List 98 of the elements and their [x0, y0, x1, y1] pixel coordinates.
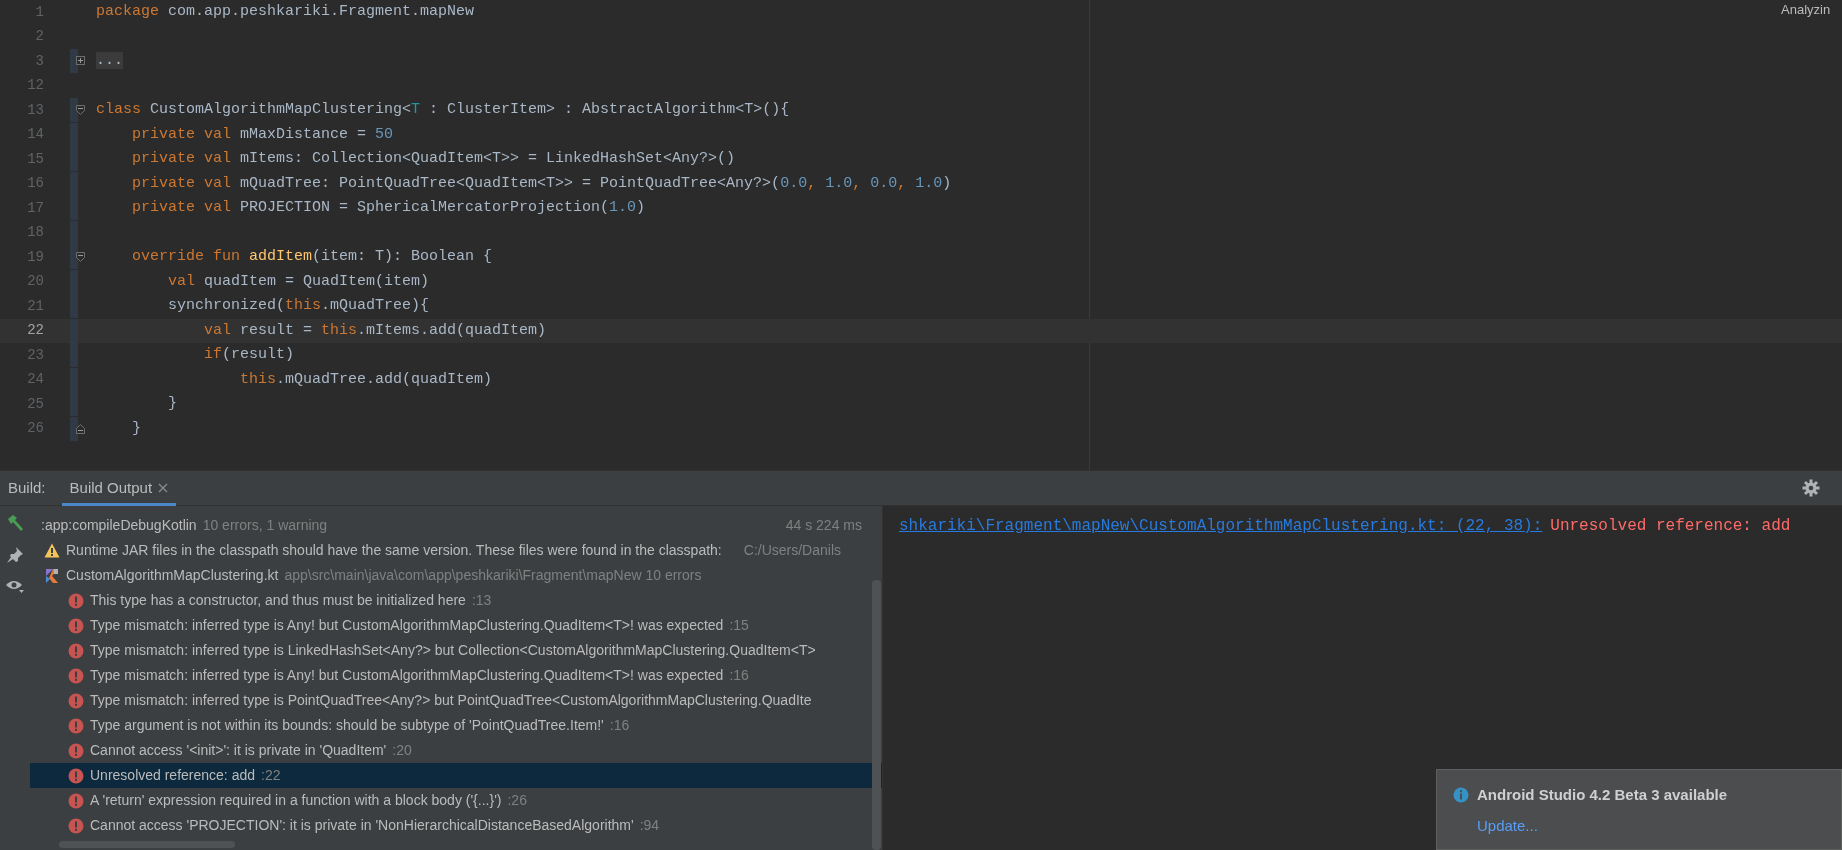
message-text: Type mismatch: inferred type is Any! but CustomAlgorithmMapClustering.QuadItem<T>! was expected	[90, 616, 724, 635]
error-icon	[68, 817, 84, 834]
line-number: 14	[26, 125, 44, 145]
code-line: if(result)	[203, 345, 295, 365]
error-icon	[68, 592, 84, 609]
line-number: 16	[26, 174, 44, 194]
line-reference: :20	[392, 741, 412, 760]
detail-text: 10 errors, 1 warning	[202, 516, 328, 535]
error-icon	[68, 642, 84, 659]
collapse-icon[interactable]	[76, 105, 85, 116]
tree-row[interactable]: Type argument is not within its bounds: should be subtype of 'PointQuadTree.Item!' :16	[30, 713, 882, 738]
tree-row[interactable]: Type mismatch: inferred type is LinkedHashSet<Any?> but Collection<CustomAlgorithmMapClustering.QuadItem<T>	[30, 638, 882, 663]
message-text: Type argument is not within its bounds: should be subtype of 'PointQuadTree.Item!'	[90, 716, 604, 735]
warning-icon	[44, 543, 60, 558]
error-icon	[68, 667, 84, 684]
kotlin-file-icon	[44, 567, 60, 584]
line-reference: :94	[639, 816, 660, 835]
duration-text: 44 s 224 ms	[785, 516, 863, 535]
info-icon	[1453, 787, 1469, 804]
line-reference: :15	[729, 616, 749, 635]
collapse-icon[interactable]	[76, 423, 85, 434]
tree-row[interactable]: Type mismatch: inferred type is Any! but CustomAlgorithmMapClustering.QuadItem<T>! was expected :16	[30, 663, 882, 688]
notification-title: Android Studio 4.2 Beta 3 available	[1477, 785, 1728, 805]
line-reference: :26	[507, 791, 527, 810]
code-line: }	[131, 418, 141, 439]
pin-icon[interactable]	[6, 546, 24, 564]
close-icon[interactable]	[158, 483, 169, 493]
code-line: val quadItem = QuadItem(item)	[167, 271, 430, 292]
message-text: Cannot access '<init>': it is private in 'QuadItem'	[90, 741, 387, 760]
message-text: Cannot access 'PROJECTION': it is private in 'NonHierarchicalDistanceBasedAlgorithm'	[90, 816, 634, 835]
message-text: Unresolved reference: add	[90, 766, 255, 785]
code-line: this.mQuadTree.add(quadItem)	[239, 369, 493, 390]
code-line: synchronized(this.mQuadTree){	[167, 296, 430, 316]
line-number: 17	[26, 198, 44, 218]
line-number: 24	[26, 370, 44, 390]
line-number: 13	[26, 100, 44, 120]
tree-row[interactable]: :app:compileDebugKotlin 10 errors, 1 warning 44 s 224 ms	[30, 513, 882, 538]
tree-row[interactable]: Type mismatch: inferred type is Any! but CustomAlgorithmMapClustering.QuadItem<T>! was expected :15	[30, 613, 882, 638]
line-number: 20	[26, 272, 44, 292]
expand-icon[interactable]	[76, 56, 85, 66]
message-text: Runtime JAR files in the classpath should have the same version. These files were found in the classpath:	[66, 541, 722, 560]
line-number: 1	[34, 2, 44, 22]
task-name: :app:compileDebugKotlin	[41, 516, 197, 535]
error-icon	[68, 692, 84, 709]
code-line: override fun addItem(item: T): Boolean {	[131, 247, 493, 267]
settings-icon[interactable]	[1802, 479, 1820, 497]
line-number: 19	[26, 247, 44, 267]
status-text: Analyzin	[1781, 1, 1831, 19]
tree-row[interactable]: Unresolved reference: add :22	[30, 763, 882, 788]
message-text: Type mismatch: inferred type is LinkedHashSet<Any?> but Collection<CustomAlgorithmMapClustering.QuadItem<T>	[90, 641, 816, 660]
tree-row[interactable]: Runtime JAR files in the classpath should have the same version. These files were found in the classpath: C:/Users/Danils	[30, 538, 882, 563]
line-number: 25	[26, 394, 44, 414]
error-icon	[68, 792, 84, 809]
code-line: private val mItems: Collection<QuadItem<T>> = LinkedHashSet<Any?>()	[131, 149, 736, 169]
line-number: 12	[26, 76, 44, 96]
file-name: CustomAlgorithmMapClustering.kt	[66, 566, 279, 585]
tree-row[interactable]: A 'return' expression required in a function with a block body ('{...}') :26	[30, 788, 882, 813]
line-reference: :16	[729, 666, 749, 685]
error-icon	[68, 767, 84, 784]
line-number: 21	[26, 296, 44, 316]
detail-text: app\src\main\java\com\app\peshkariki\Fragment\mapNew 10 errors	[284, 566, 702, 585]
code-line: class CustomAlgorithmMapClustering<T : ClusterItem> : AbstractAlgorithm<T>(){	[96, 100, 790, 120]
line-number: 18	[26, 223, 44, 243]
line-reference: :22	[261, 766, 281, 785]
code-line: private val mQuadTree: PointQuadTree<QuadItem<T>> = PointQuadTree<Any?>(0.0, 1.0, 0.0, 1.0)	[131, 173, 952, 194]
tree-row[interactable]: Cannot access '<init>': it is private in 'QuadItem' :20	[30, 738, 882, 763]
code-line: private val PROJECTION = SphericalMercatorProjection(1.0)	[131, 198, 646, 218]
tree-row[interactable]: Cannot access 'PROJECTION': it is private in 'NonHierarchicalDistanceBasedAlgorithm' :94	[30, 813, 882, 838]
line-number: 23	[26, 345, 44, 365]
hammer-icon[interactable]	[6, 514, 24, 532]
tree-row[interactable]: This type has a constructor, and thus must be initialized here :13	[30, 588, 882, 613]
line-reference: :16	[609, 716, 630, 735]
collapse-icon[interactable]	[76, 252, 85, 263]
message-text: Type mismatch: inferred type is PointQuadTree<Any?> but PointQuadTree<CustomAlgorithmMapClustering.QuadIte	[90, 691, 812, 710]
code-line: private val mMaxDistance = 50	[131, 124, 394, 145]
message-text: Type mismatch: inferred type is Any! but CustomAlgorithmMapClustering.QuadItem<T>! was expected	[90, 666, 724, 685]
message-text: A 'return' expression required in a function with a block body ('{...}')	[90, 791, 502, 810]
line-number: 3	[34, 51, 44, 71]
file-link[interactable]: shkariki\Fragment\mapNew\CustomAlgorithmMapClustering.kt: (22, 38):	[899, 517, 1543, 535]
update-link[interactable]: Update...	[1477, 814, 1538, 837]
tree-row[interactable]: Type mismatch: inferred type is PointQuadTree<Any?> but PointQuadTree<CustomAlgorithmMapClustering.QuadIte	[30, 688, 882, 713]
code-line: }	[167, 394, 177, 414]
error-message: Unresolved reference: add	[1550, 517, 1791, 535]
tree-row[interactable]: CustomAlgorithmMapClustering.kt app\src\main\java\com\app\peshkariki\Fragment\mapNew 10 errors	[30, 563, 882, 588]
line-number: 26	[26, 419, 44, 439]
line-number: 22	[26, 321, 44, 341]
error-icon	[68, 617, 84, 634]
error-icon	[68, 742, 84, 759]
code-line: package com.app.peshkariki.Fragment.mapNew	[96, 2, 475, 22]
error-icon	[68, 717, 84, 734]
line-number: 15	[26, 149, 44, 169]
detail-text: C:/Users/Danils	[743, 541, 841, 560]
eye-icon[interactable]	[5, 578, 25, 594]
code-line: val result = this.mItems.add(quadItem)	[203, 320, 547, 341]
message-text: This type has a constructor, and thus must be initialized here	[90, 591, 466, 610]
line-reference: :13	[471, 591, 492, 610]
line-number: 2	[34, 27, 44, 47]
panel-label: Build:	[7, 477, 47, 498]
